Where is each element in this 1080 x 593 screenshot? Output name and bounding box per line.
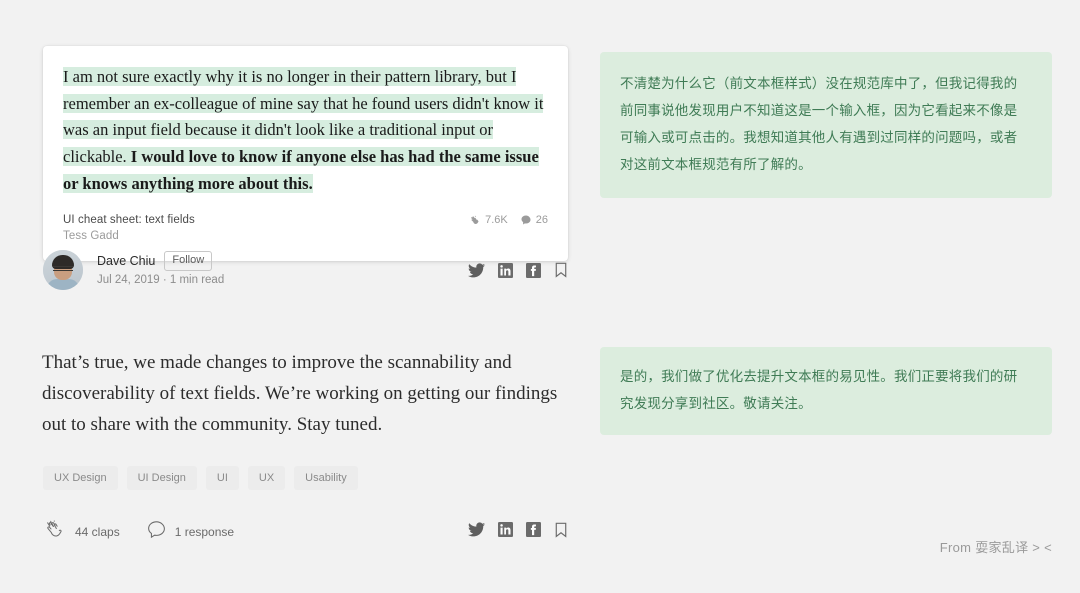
credit-label: From 耍家乱译 > < [939,540,1052,555]
avatar-shirt [47,279,79,290]
twitter-icon[interactable] [468,262,485,278]
author-name-row: Dave Chiu Follow [97,251,224,272]
quote-source-author: Tess Gadd [63,230,119,243]
clap-button[interactable]: 44 claps [43,518,120,547]
bookmark-icon[interactable] [554,522,568,543]
responses-button[interactable]: 1 response [146,519,234,545]
author-meta: Jul 24, 2019 · 1 min read [97,274,225,287]
translation-text-quote: 不清楚为什么它（前文本框样式）没在规范库中了，但我记得我的前同事说他发现用户不知… [620,76,1018,172]
translation-panel-quote: 不清楚为什么它（前文本框样式）没在规范库中了，但我记得我的前同事说他发现用户不知… [600,52,1052,198]
twitter-icon[interactable] [468,522,485,542]
facebook-icon[interactable] [526,262,541,278]
clap-icon [468,214,481,227]
tag-ui-design[interactable]: UI Design [126,466,197,490]
article-column: I am not sure exactly why it is no longe… [0,0,600,593]
quote-claps-count: 7.6K [485,214,508,227]
translation-panel-body: 是的，我们做了优化去提升文本框的易见性。我们正要将我们的研究发现分享到社区。敬请… [600,347,1052,435]
translation-text-body: 是的，我们做了优化去提升文本框的易见性。我们正要将我们的研究发现分享到社区。敬请… [620,369,1018,411]
share-group-bottom [468,522,568,543]
bookmark-icon[interactable] [554,262,568,278]
avatar[interactable] [43,250,83,290]
facebook-icon[interactable] [526,522,541,542]
linkedin-icon[interactable] [498,522,513,542]
speech-bubble-icon [146,519,167,545]
linkedin-icon[interactable] [498,262,513,278]
quote-source-title: UI cheat sheet: text fields [63,213,195,226]
quote-stats: 7.6K 26 [468,212,548,227]
author-row: Dave Chiu Follow Jul 24, 2019 · 1 min re… [43,247,568,293]
comment-bubble-icon [520,214,532,226]
quote-source[interactable]: UI cheat sheet: text fields Tess Gadd [63,212,195,245]
author-info: Dave Chiu Follow Jul 24, 2019 · 1 min re… [97,251,224,288]
page-root: I am not sure exactly why it is no longe… [0,0,1080,593]
quote-claps-stat[interactable]: 7.6K [468,214,508,227]
tag-ux-design[interactable]: UX Design [43,466,118,490]
follow-button[interactable]: Follow [164,251,213,272]
tag-usability[interactable]: Usability [294,466,358,490]
avatar-glasses [53,266,73,271]
quoted-highlight-card[interactable]: I am not sure exactly why it is no longe… [43,46,568,261]
tags-row: UX Design UI Design UI UX Usability [43,466,358,490]
author-name[interactable]: Dave Chiu [97,253,155,270]
responses-label: 1 response [174,525,235,539]
clap-hands-icon [43,518,66,547]
footer-actions-row: 44 claps 1 response [43,516,568,548]
quote-text: I am not sure exactly why it is no longe… [63,64,548,198]
tag-ux[interactable]: UX [247,466,286,490]
body-paragraph: That’s true, we made changes to improve … [42,352,558,435]
share-group-top [468,262,568,278]
quote-comments-stat[interactable]: 26 [520,214,548,226]
quote-highlight-bold: I would love to know if anyone else has … [63,147,539,193]
tag-ui[interactable]: UI [205,466,239,490]
quote-meta-row: UI cheat sheet: text fields Tess Gadd 7.… [63,212,548,245]
quote-comments-count: 26 [535,214,548,227]
claps-label: 44 claps [75,525,120,539]
